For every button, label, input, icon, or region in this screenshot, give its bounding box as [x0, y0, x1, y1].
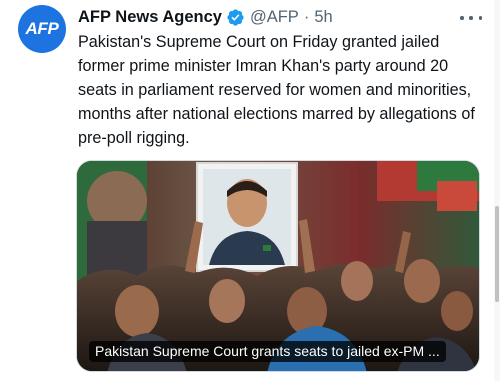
- tweet-text: Pakistan's Supreme Court on Friday grant…: [78, 33, 475, 147]
- author-handle[interactable]: @AFP: [250, 8, 299, 27]
- avatar[interactable]: AFP: [18, 5, 66, 53]
- verified-badge-icon[interactable]: [226, 8, 245, 27]
- tweet-header: AFP News Agency @AFP · 5h: [78, 6, 333, 28]
- scrollbar-thumb[interactable]: [495, 206, 499, 302]
- more-horizontal-icon[interactable]: [460, 10, 482, 26]
- separator-dot: ·: [303, 7, 310, 26]
- tweet-timestamp[interactable]: 5h: [314, 8, 332, 27]
- author-display-name[interactable]: AFP News Agency: [78, 8, 222, 27]
- link-card-caption[interactable]: Pakistan Supreme Court grants seats to j…: [89, 341, 446, 362]
- scrollbar-track[interactable]: [494, 0, 500, 381]
- tweet-card[interactable]: AFP AFP News Agency @AFP · 5h Pakistan's…: [0, 0, 500, 381]
- avatar-logo-text: AFP: [25, 19, 59, 38]
